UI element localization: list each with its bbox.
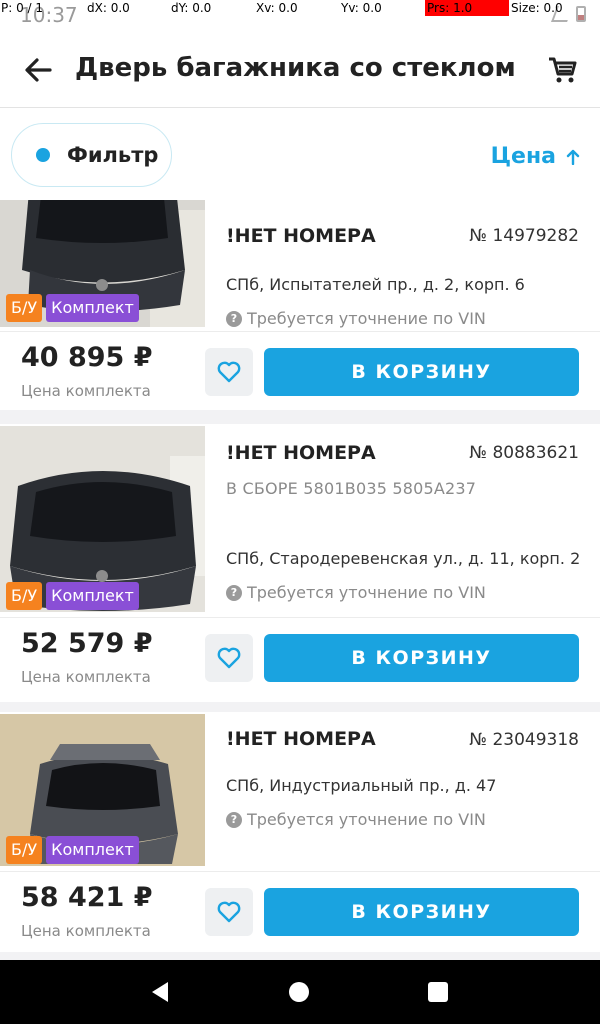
pointer-debug-overlay: P: 0 / 1 dX: 0.0 dY: 0.0 Xv: 0.0 Yv: 0.0…: [0, 0, 600, 17]
product-badges: Б/У Комплект: [6, 582, 139, 610]
badge-kit: Комплект: [46, 582, 139, 610]
badge-kit: Комплект: [46, 836, 139, 864]
filter-bar: Фильтр Цена: [0, 108, 600, 200]
badge-used: Б/У: [6, 582, 43, 610]
badge-used: Б/У: [6, 294, 43, 322]
vin-note-text: Требуется уточнение по VIN: [247, 309, 486, 328]
overlay-pressure: Prs: 1.0: [425, 0, 509, 16]
nav-back-icon[interactable]: [148, 980, 172, 1004]
product-badges: Б/У Комплект: [6, 836, 139, 864]
product-number: № 80883621: [469, 443, 579, 463]
product-price: 40 895 ₽: [21, 342, 153, 373]
overlay-xv: Xv: 0.0: [256, 1, 298, 15]
product-maker: !НЕТ НОМЕРА: [226, 442, 376, 464]
vin-note: ? Требуется уточнение по VIN: [226, 583, 486, 602]
filter-label: Фильтр: [67, 143, 159, 167]
sort-price-button[interactable]: Цена: [491, 144, 580, 169]
product-address: СПб, Испытателей пр., д. 2, корп. 6: [226, 275, 525, 294]
product-address: СПб, Стародеревенская ул., д. 11, корп. …: [226, 549, 581, 568]
product-card-info: Б/У Комплект !НЕТ НОМЕРА № 23049318 СПб,…: [0, 712, 600, 870]
sort-label: Цена: [490, 144, 556, 169]
vin-note-text: Требуется уточнение по VIN: [247, 583, 486, 602]
question-icon: ?: [226, 310, 242, 327]
price-caption: Цена комплекта: [21, 668, 151, 686]
nav-home-icon[interactable]: [289, 982, 309, 1002]
heart-icon: [217, 647, 241, 669]
arrow-up-icon: [566, 149, 580, 165]
overlay-pointer: P: 0 / 1: [1, 1, 44, 15]
add-to-cart-button[interactable]: В КОРЗИНУ: [264, 634, 579, 682]
product-assembly: В СБОРЕ 5801B035 5805A237: [226, 479, 477, 498]
product-number: № 23049318: [469, 730, 579, 750]
product-address: СПб, Индустриальный пр., д. 47: [226, 776, 497, 795]
favorite-button[interactable]: [205, 888, 253, 936]
arrow-left-icon: [25, 58, 52, 82]
product-card-info: Б/У Комплект !НЕТ НОМЕРА № 80883621 В СБ…: [0, 424, 600, 616]
add-to-cart-button[interactable]: В КОРЗИНУ: [264, 348, 579, 396]
product-maker: !НЕТ НОМЕРА: [226, 728, 376, 750]
page-title: Дверь багажника со стеклом: [75, 53, 516, 83]
system-nav-bar: [0, 960, 600, 1024]
price-caption: Цена комплекта: [21, 382, 151, 400]
product-card[interactable]: Б/У Комплект !НЕТ НОМЕРА № 80883621 В СБ…: [0, 424, 600, 702]
product-card-info: Б/У Комплект !НЕТ НОМЕРА № 14979282 СПб,…: [0, 200, 600, 330]
overlay-dx: dX: 0.0: [87, 1, 130, 15]
screen: 10:37 P: 0 / 1 dX: 0.0 dY: 0.0 Xv: 0.0 Y…: [0, 0, 600, 1024]
product-image[interactable]: Б/У Комплект: [0, 200, 205, 327]
vin-note: ? Требуется уточнение по VIN: [226, 810, 486, 829]
badge-kit: Комплект: [46, 294, 139, 322]
question-icon: ?: [226, 584, 242, 601]
overlay-size: Size: 0.0: [511, 1, 563, 15]
vin-note-text: Требуется уточнение по VIN: [247, 810, 486, 829]
add-to-cart-button[interactable]: В КОРЗИНУ: [264, 888, 579, 936]
nav-recents-icon[interactable]: [428, 982, 448, 1002]
product-card[interactable]: Б/У Комплект !НЕТ НОМЕРА № 23049318 СПб,…: [0, 712, 600, 952]
price-caption: Цена комплекта: [21, 922, 151, 940]
product-maker: !НЕТ НОМЕРА: [226, 225, 376, 247]
heart-icon: [217, 901, 241, 923]
overlay-yv: Yv: 0.0: [341, 1, 382, 15]
overlay-dy: dY: 0.0: [171, 1, 212, 15]
filter-indicator-dot: [36, 148, 50, 162]
cart-icon: [549, 57, 577, 83]
product-card[interactable]: Б/У Комплект !НЕТ НОМЕРА № 14979282 СПб,…: [0, 200, 600, 410]
product-card-actions: 40 895 ₽ Цена комплекта В КОРЗИНУ: [0, 331, 600, 411]
back-button[interactable]: [20, 52, 56, 88]
heart-icon: [217, 361, 241, 383]
app-bar: Дверь багажника со стеклом: [0, 32, 600, 108]
product-card-actions: 52 579 ₽ Цена комплекта В КОРЗИНУ: [0, 617, 600, 697]
product-badges: Б/У Комплект: [6, 294, 139, 322]
product-number: № 14979282: [469, 226, 579, 246]
badge-used: Б/У: [6, 836, 43, 864]
product-price: 58 421 ₽: [21, 882, 153, 913]
product-list[interactable]: Б/У Комплект !НЕТ НОМЕРА № 14979282 СПб,…: [0, 200, 600, 960]
vin-note: ? Требуется уточнение по VIN: [226, 309, 486, 328]
filter-button[interactable]: Фильтр: [11, 123, 172, 187]
question-icon: ?: [226, 811, 242, 828]
favorite-button[interactable]: [205, 634, 253, 682]
cart-button[interactable]: [542, 50, 582, 90]
product-card-actions: 58 421 ₽ Цена комплекта В КОРЗИНУ: [0, 871, 600, 951]
product-price: 52 579 ₽: [21, 628, 153, 659]
favorite-button[interactable]: [205, 348, 253, 396]
product-image[interactable]: Б/У Комплект: [0, 426, 205, 612]
product-image[interactable]: Б/У Комплект: [0, 714, 205, 866]
